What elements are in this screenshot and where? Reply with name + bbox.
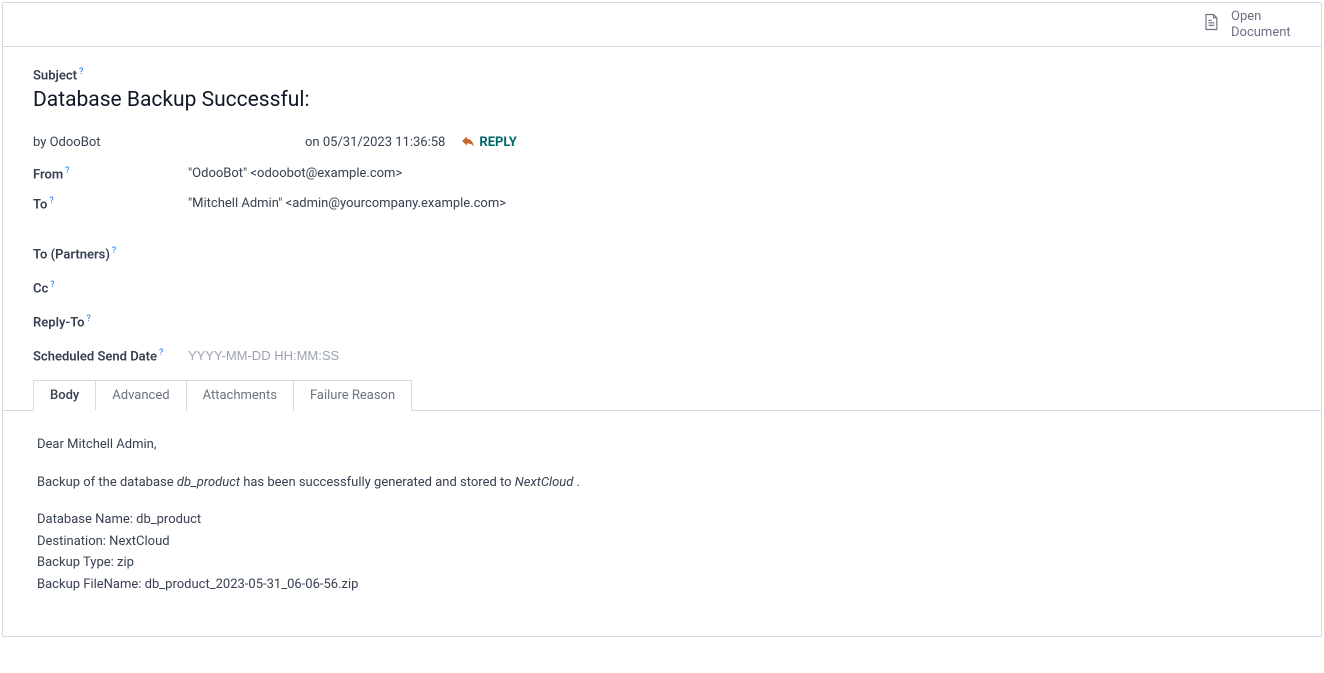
help-icon[interactable]: ? [87, 314, 91, 324]
from-label-cell: From? [33, 166, 188, 182]
scheduled-send-cell [188, 348, 1291, 366]
help-icon[interactable]: ? [49, 196, 53, 206]
address-grid: From? "OdooBot" <odoobot@example.com> To… [33, 166, 1291, 213]
from-value[interactable]: "OdooBot" <odoobot@example.com> [188, 166, 1291, 182]
tab-attachments[interactable]: Attachments [186, 380, 294, 411]
on-prefix: on [305, 135, 323, 150]
body-text: . [573, 475, 580, 490]
cc-label: Cc [33, 282, 48, 297]
help-icon[interactable]: ? [79, 67, 83, 77]
tab-advanced[interactable]: Advanced [95, 380, 186, 411]
body-db-name: db_product [177, 475, 240, 490]
scheduled-label-cell: Scheduled Send Date? [33, 348, 188, 366]
reply-to-label-cell: Reply-To? [33, 314, 188, 332]
help-icon[interactable]: ? [50, 280, 54, 290]
reply-to-value[interactable] [188, 314, 1291, 332]
open-document-button[interactable]: Open Document [1201, 9, 1301, 40]
body-panel: Dear Mitchell Admin, Backup of the datab… [3, 410, 1321, 636]
help-icon[interactable]: ? [159, 348, 163, 358]
from-label: From [33, 167, 63, 182]
form-content: Subject? Database Backup Successful: db_… [3, 47, 1321, 636]
to-partners-label: To (Partners) [33, 248, 110, 263]
body-text: has been successfully generated and stor… [240, 475, 515, 490]
subject-value[interactable]: Database Backup Successful: db_p [33, 88, 313, 112]
cc-value[interactable] [188, 280, 1291, 298]
reply-label: REPLY [479, 135, 516, 150]
to-partners-value[interactable] [188, 246, 1291, 264]
body-backup-filename: Backup FileName: db_product_2023-05-31_0… [37, 575, 1287, 595]
help-icon[interactable]: ? [112, 246, 116, 256]
body-database-name: Database Name: db_product [37, 510, 1287, 530]
body-summary: Backup of the database db_product has be… [37, 473, 1287, 493]
date-field: on 05/31/2023 11:36:58 [305, 135, 445, 150]
statusbar: Open Document [3, 3, 1321, 47]
body-greeting: Dear Mitchell Admin, [37, 435, 1287, 455]
body-backup-type: Backup Type: zip [37, 553, 1287, 573]
help-icon[interactable]: ? [65, 166, 69, 176]
subject-field: Subject? [33, 67, 1291, 83]
scheduled-send-label: Scheduled Send Date [33, 350, 157, 365]
by-prefix: by [33, 135, 50, 150]
tab-body[interactable]: Body [33, 380, 96, 411]
meta-row: by OdooBot on 05/31/2023 11:36:58 REPLY [33, 134, 1291, 152]
date-value: 05/31/2023 11:36:58 [323, 135, 446, 150]
body-destination: Destination: NextCloud [37, 532, 1287, 552]
reply-icon [461, 134, 475, 152]
to-partners-label-cell: To (Partners)? [33, 246, 188, 264]
email-form-window: Open Document Subject? Database Backup S… [2, 2, 1322, 637]
to-label-cell: To? [33, 196, 188, 212]
body-destination-name: NextCloud [515, 475, 574, 490]
subject-label: Subject [33, 69, 77, 84]
to-label: To [33, 197, 47, 212]
open-document-label: Open Document [1231, 9, 1301, 40]
cc-label-cell: Cc? [33, 280, 188, 298]
tabs: Body Advanced Attachments Failure Reason [33, 380, 1291, 411]
extra-fields-grid: To (Partners)? Cc? Reply-To? Scheduled S… [33, 246, 1291, 366]
reply-button[interactable]: REPLY [461, 134, 516, 152]
body-text: Backup of the database [37, 475, 177, 490]
reply-to-label: Reply-To [33, 316, 85, 331]
author-field: by OdooBot [33, 135, 293, 150]
to-value[interactable]: "Mitchell Admin" <admin@yourcompany.exam… [188, 196, 1291, 212]
author-value: OdooBot [50, 135, 101, 150]
document-icon [1201, 10, 1221, 39]
scheduled-send-input[interactable] [188, 348, 388, 363]
tab-failure-reason[interactable]: Failure Reason [293, 380, 412, 411]
